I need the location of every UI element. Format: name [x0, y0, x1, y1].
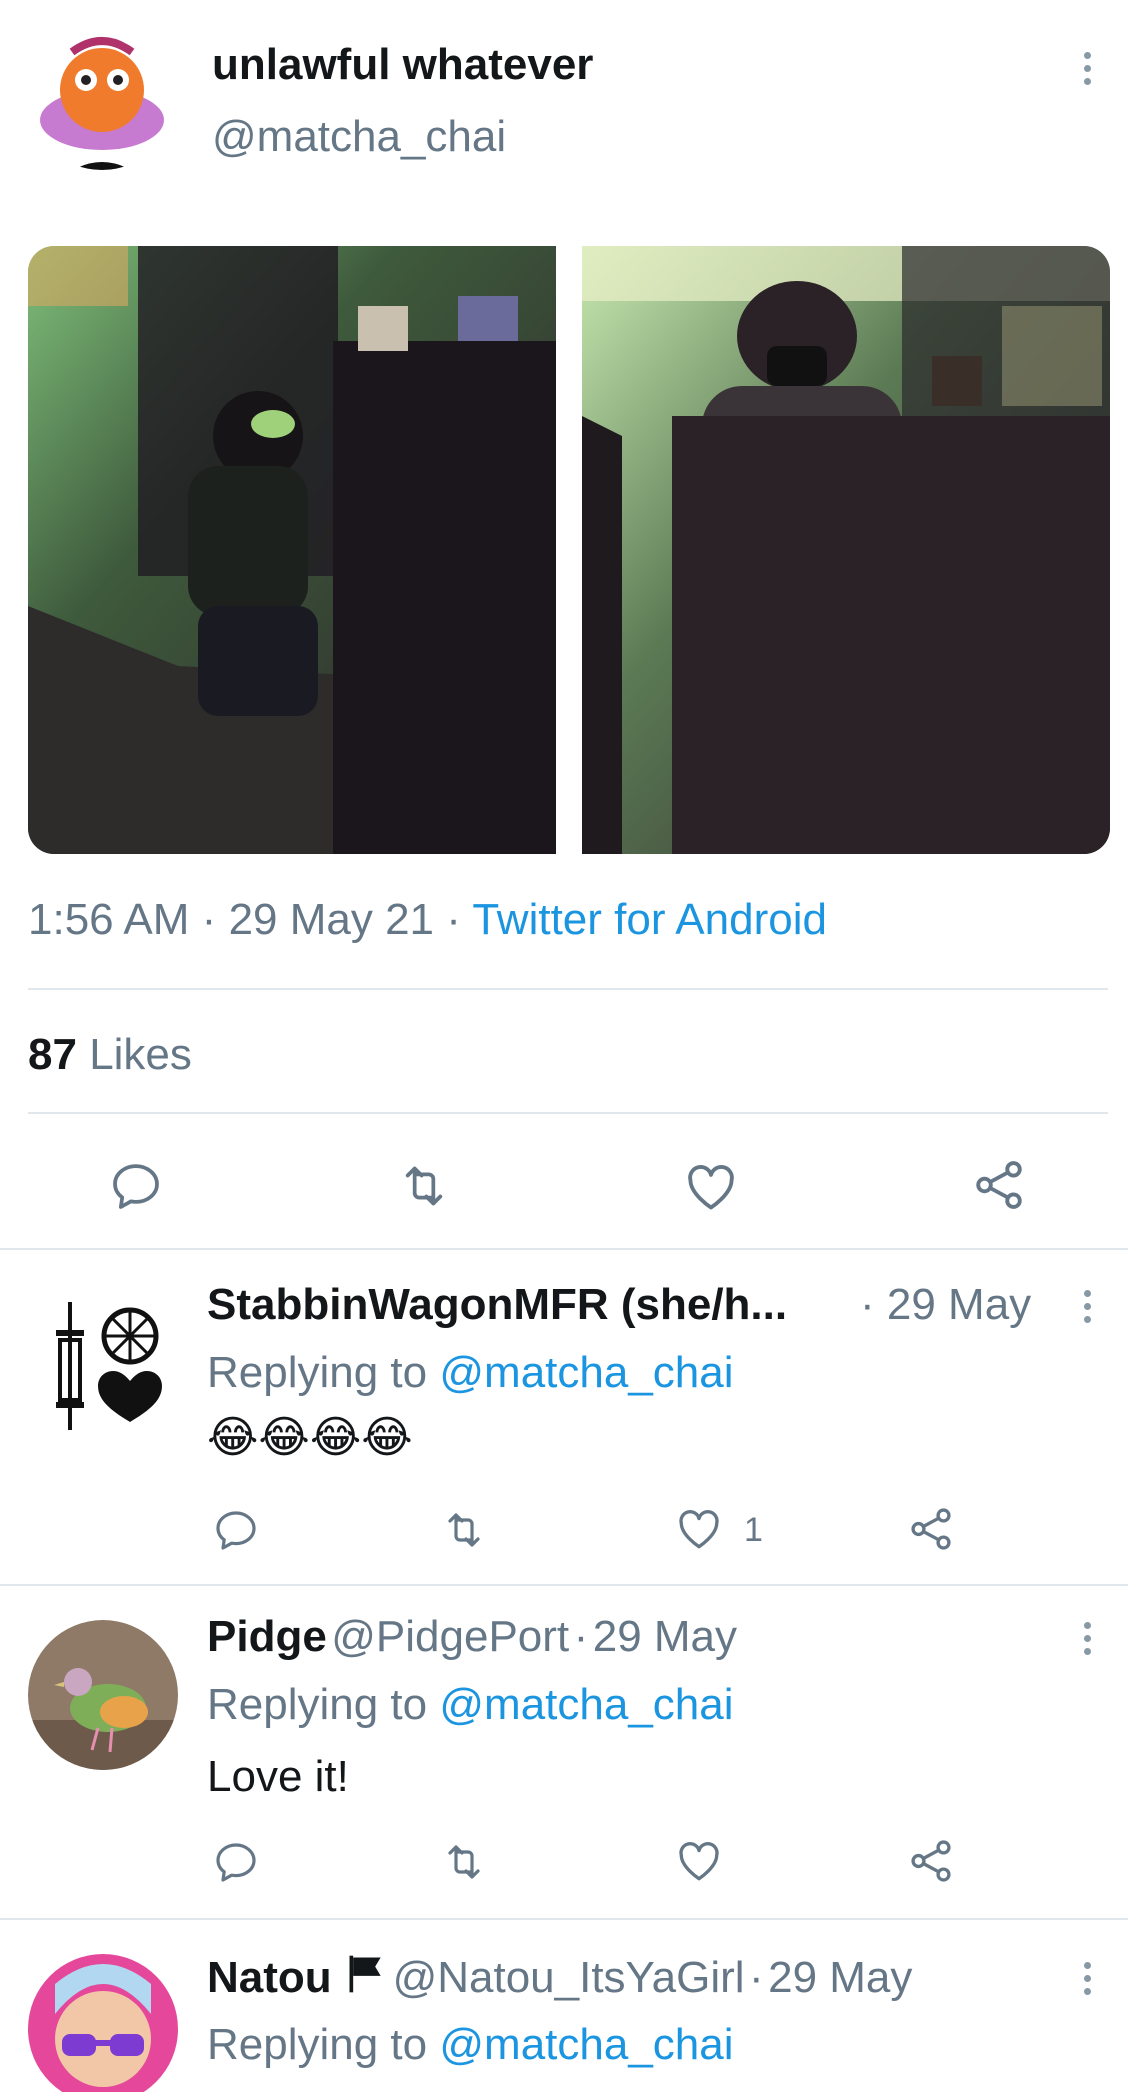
author-display-name[interactable]: unlawful whatever	[212, 40, 593, 90]
more-vertical-icon[interactable]	[1082, 1622, 1092, 1655]
likes-summary[interactable]: 87 Likes	[28, 1030, 192, 1080]
tweet-date: 29 May 21	[228, 895, 435, 944]
likes-count: 87	[28, 1030, 77, 1079]
tweet-meta: 1:56 AM · 29 May 21 · Twitter for Androi…	[28, 895, 827, 945]
reply-display-name[interactable]: Natou	[207, 1953, 332, 2002]
more-vertical-icon[interactable]	[1082, 52, 1092, 85]
replying-prefix: Replying to	[207, 1348, 428, 1397]
divider	[0, 1248, 1128, 1250]
author-handle[interactable]: @matcha_chai	[212, 112, 506, 162]
tweet-photo-1[interactable]	[28, 246, 556, 854]
replying-to: Replying to @matcha_chai	[207, 1348, 734, 1398]
divider	[28, 1112, 1108, 1114]
more-vertical-icon[interactable]	[1082, 1290, 1092, 1323]
reply-icon[interactable]	[212, 1506, 260, 1554]
divider	[0, 1584, 1128, 1586]
like-count: 1	[744, 1511, 763, 1549]
replying-to: Replying to @matcha_chai	[207, 2020, 734, 2070]
reply-header: Pidge @PidgePort · 29 May	[207, 1612, 737, 1662]
tweet-photo-2[interactable]	[582, 246, 1110, 854]
replying-to: Replying to @matcha_chai	[207, 1680, 734, 1730]
retweet-icon[interactable]	[396, 1158, 452, 1214]
divider	[0, 1918, 1128, 1920]
replying-mention[interactable]: @matcha_chai	[439, 1348, 733, 1397]
more-vertical-icon[interactable]	[1082, 1962, 1092, 1995]
reply-display-name[interactable]: StabbinWagonMFR (she/h...	[207, 1280, 787, 1330]
replying-mention[interactable]: @matcha_chai	[439, 1680, 733, 1729]
meta-separator: ·	[201, 895, 217, 944]
reply-handle[interactable]: @PidgePort	[331, 1612, 569, 1661]
like-icon[interactable]	[682, 1158, 740, 1216]
author-avatar[interactable]	[28, 22, 176, 170]
share-icon[interactable]	[906, 1504, 956, 1554]
divider	[28, 988, 1108, 990]
share-icon[interactable]	[906, 1836, 956, 1886]
retweet-icon[interactable]	[440, 1838, 488, 1886]
reply-meta: · 29 May	[860, 1280, 1031, 1330]
retweet-icon[interactable]	[440, 1506, 488, 1554]
tweet-time: 1:56 AM	[28, 895, 190, 944]
reply-date: 29 May	[592, 1612, 738, 1661]
meta-separator: ·	[860, 1280, 875, 1329]
reply-display-name[interactable]: Pidge	[207, 1612, 327, 1661]
reply-handle[interactable]: @Natou_ItsYaGirl	[393, 1953, 745, 2002]
replying-prefix: Replying to	[207, 2020, 428, 2069]
likes-label: Likes	[89, 1030, 192, 1079]
meta-separator: ·	[446, 895, 461, 944]
flag-icon	[349, 1955, 381, 1993]
replying-mention[interactable]: @matcha_chai	[439, 2020, 733, 2069]
reply-avatar[interactable]	[28, 1620, 178, 1770]
reply-icon[interactable]	[108, 1158, 164, 1214]
reply-text: Love it!	[207, 1752, 349, 1801]
share-icon[interactable]	[970, 1156, 1028, 1214]
reply-text: 😂😂😂😂	[207, 1412, 413, 1463]
reply-date: 29 May	[886, 1280, 1032, 1329]
reply-icon[interactable]	[212, 1838, 260, 1886]
reply-header: Natou @Natou_ItsYaGirl · 29 May	[207, 1952, 912, 2003]
meta-separator: ·	[749, 1953, 764, 2002]
like-icon[interactable]	[674, 1836, 724, 1886]
meta-separator: ·	[573, 1612, 589, 1661]
replying-prefix: Replying to	[207, 1680, 428, 1729]
reply-avatar[interactable]	[28, 1290, 178, 1440]
reply-date: 29 May	[768, 1953, 913, 2002]
reply-avatar[interactable]	[28, 1954, 178, 2092]
like-icon[interactable]	[674, 1504, 724, 1554]
tweet-source-link[interactable]: Twitter for Android	[472, 895, 827, 944]
